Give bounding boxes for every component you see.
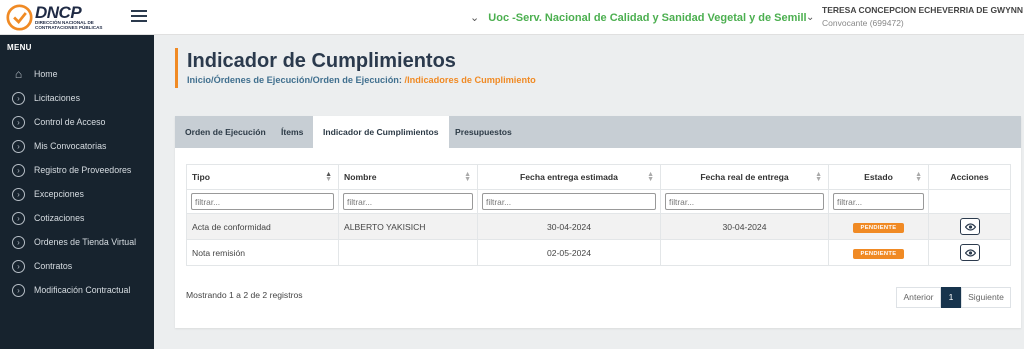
breadcrumb-ordenes-de-ejecucion[interactable]: Órdenes de Ejecución (214, 75, 311, 85)
chevron-circle-icon: › (12, 140, 25, 153)
sidebar-item-registro-de-proveedores[interactable]: › Registro de Proveedores (0, 162, 154, 182)
chevron-circle-icon: › (12, 116, 25, 129)
pagination-page-1[interactable]: 1 (941, 287, 961, 308)
content-card: Orden de Ejecución Ítems Indicador de Cu… (175, 116, 1021, 328)
top-bar: DNCP Dirección Nacional de Contratacione… (0, 0, 1024, 35)
tab-presupuestos[interactable]: Presupuestos (445, 116, 522, 148)
dncp-logo[interactable]: DNCP Dirección Nacional de Contratacione… (6, 3, 106, 33)
sidebar-item-modificacion-contractual[interactable]: › Modificación Contractual (0, 282, 154, 302)
cell-fecha-real (660, 239, 829, 266)
chevron-circle-icon: › (12, 212, 25, 225)
user-name: TERESA CONCEPCION ECHEVERRIA DE GWYNN (822, 5, 1024, 15)
sidebar-item-label: Home (34, 69, 58, 79)
menu-title: MENU (7, 43, 32, 52)
hamburger-menu-icon[interactable] (131, 10, 147, 22)
chevron-circle-icon: › (12, 236, 25, 249)
sidebar-item-label: Modificación Contractual (34, 285, 131, 295)
chevron-down-icon: ⌄ (470, 12, 480, 24)
dncp-logo-icon (6, 4, 33, 31)
brand-subtitle: Dirección Nacional de Contrataciones Púb… (35, 20, 103, 30)
cell-tipo: Acta de conformidad (186, 213, 339, 240)
tab-bar: Orden de Ejecución Ítems Indicador de Cu… (175, 116, 1021, 148)
cell-estado: PENDIENTE (828, 213, 929, 240)
sidebar-item-ordenes-de-tienda-virtual[interactable]: › Ordenes de Tienda Virtual (0, 234, 154, 254)
sidebar-item-label: Contratos (34, 261, 73, 271)
filter-input-fecha-real[interactable] (665, 193, 824, 210)
cell-nombre (338, 239, 478, 266)
filter-input-tipo[interactable] (191, 193, 334, 210)
cell-acciones (928, 213, 1011, 240)
sidebar-item-cotizaciones[interactable]: › Cotizaciones (0, 210, 154, 230)
cell-nombre: ALBERTO YAKISICH (338, 213, 478, 240)
breadcrumb: Inicio/Órdenes de Ejecución/Orden de Eje… (187, 75, 536, 85)
chevron-circle-icon: › (12, 188, 25, 201)
column-header-estado[interactable]: Estado ▲ ▼ (828, 164, 929, 190)
sidebar-item-contratos[interactable]: › Contratos (0, 258, 154, 278)
sidebar-item-label: Registro de Proveedores (34, 165, 132, 175)
cell-estado: PENDIENTE (828, 239, 929, 266)
tab-orden-de-ejecucion[interactable]: Orden de Ejecución (175, 116, 276, 148)
entity-name: Uoc -Serv. Nacional de Calidad y Sanidad… (488, 12, 807, 24)
cell-fecha-estimada: 30-04-2024 (477, 213, 661, 240)
sidebar-item-label: Cotizaciones (34, 213, 85, 223)
filter-row (186, 189, 1011, 214)
breadcrumb-current: Indicadores de Cumplimiento (407, 75, 536, 85)
cell-tipo: Nota remisión (186, 239, 339, 266)
cell-fecha-real: 30-04-2024 (660, 213, 829, 240)
column-header-acciones: Acciones (928, 164, 1011, 190)
user-role: Convocante (699472) (822, 18, 904, 28)
sidebar-item-label: Control de Acceso (34, 117, 106, 127)
sort-icon: ▲ ▼ (815, 171, 822, 183)
pagination-next[interactable]: Siguiente (961, 287, 1011, 308)
sidebar-item-control-de-acceso[interactable]: › Control de Acceso (0, 114, 154, 134)
cell-acciones (928, 239, 1011, 266)
page-title: Indicador de Cumplimientos (187, 50, 456, 72)
filter-input-estado[interactable] (833, 193, 924, 210)
indicators-table: Tipo ▲ ▼ Nombre ▲ ▼ Fecha entrega estimada ▲ ▼… (186, 164, 1011, 266)
sidebar-item-home[interactable]: ⌂ Home (0, 66, 154, 86)
breadcrumb-inicio[interactable]: Inicio (187, 75, 211, 85)
chevron-down-icon: ⌄ (806, 12, 815, 23)
filter-input-fecha-estimada[interactable] (482, 193, 656, 210)
home-icon: ⌂ (14, 67, 23, 81)
cell-fecha-estimada: 02-05-2024 (477, 239, 661, 266)
page-header: Indicador de Cumplimientos Inicio/Órdene… (163, 36, 1024, 103)
sidebar-item-label: Licitaciones (34, 93, 80, 103)
chevron-circle-icon: › (12, 284, 25, 297)
sidebar-item-mis-convocatorias[interactable]: › Mis Convocatorias (0, 138, 154, 158)
breadcrumb-orden-de-ejecucion[interactable]: Orden de Ejecución: (313, 75, 402, 85)
chevron-circle-icon: › (12, 260, 25, 273)
chevron-circle-icon: › (12, 92, 25, 105)
column-header-tipo[interactable]: Tipo ▲ ▼ (186, 164, 339, 190)
sidebar-item-label: Mis Convocatorias (34, 141, 107, 151)
pagination-prev[interactable]: Anterior (896, 287, 941, 308)
view-button[interactable] (959, 244, 980, 261)
eye-icon (964, 249, 976, 257)
records-info: Mostrando 1 a 2 de 2 registros (186, 290, 303, 300)
status-badge: PENDIENTE (852, 222, 905, 233)
sort-icon: ▲ ▼ (647, 171, 654, 183)
sidebar: MENU ⌂ Home › Licitaciones › Control de … (0, 35, 154, 349)
sidebar-item-licitaciones[interactable]: › Licitaciones (0, 90, 154, 110)
table-row: Nota remisión 02-05-2024 PENDIENTE (186, 239, 1011, 266)
title-accent-bar (175, 48, 178, 88)
sort-icon: ▲ ▼ (464, 171, 471, 183)
chevron-circle-icon: › (12, 164, 25, 177)
table-row: Acta de conformidad ALBERTO YAKISICH 30-… (186, 213, 1011, 240)
column-header-fecha-estimada[interactable]: Fecha entrega estimada ▲ ▼ (477, 164, 661, 190)
sidebar-item-label: Excepciones (34, 189, 84, 199)
tab-indicador-de-cumplimientos[interactable]: Indicador de Cumplimientos (313, 116, 449, 148)
eye-icon (964, 223, 976, 231)
view-button[interactable] (959, 218, 980, 235)
sort-asc-icon: ▲ ▼ (325, 171, 332, 183)
column-header-fecha-real[interactable]: Fecha real de entrega ▲ ▼ (660, 164, 829, 190)
status-badge: PENDIENTE (852, 248, 905, 259)
sidebar-item-label: Ordenes de Tienda Virtual (34, 237, 137, 247)
filter-input-nombre[interactable] (343, 193, 473, 210)
tab-items[interactable]: Ítems (271, 116, 313, 148)
sidebar-item-excepciones[interactable]: › Excepciones (0, 186, 154, 206)
sort-icon: ▲ ▼ (915, 171, 922, 183)
entity-selector[interactable]: ⌄ Uoc -Serv. Nacional de Calidad y Sanid… (470, 11, 807, 24)
column-header-nombre[interactable]: Nombre ▲ ▼ (338, 164, 478, 190)
